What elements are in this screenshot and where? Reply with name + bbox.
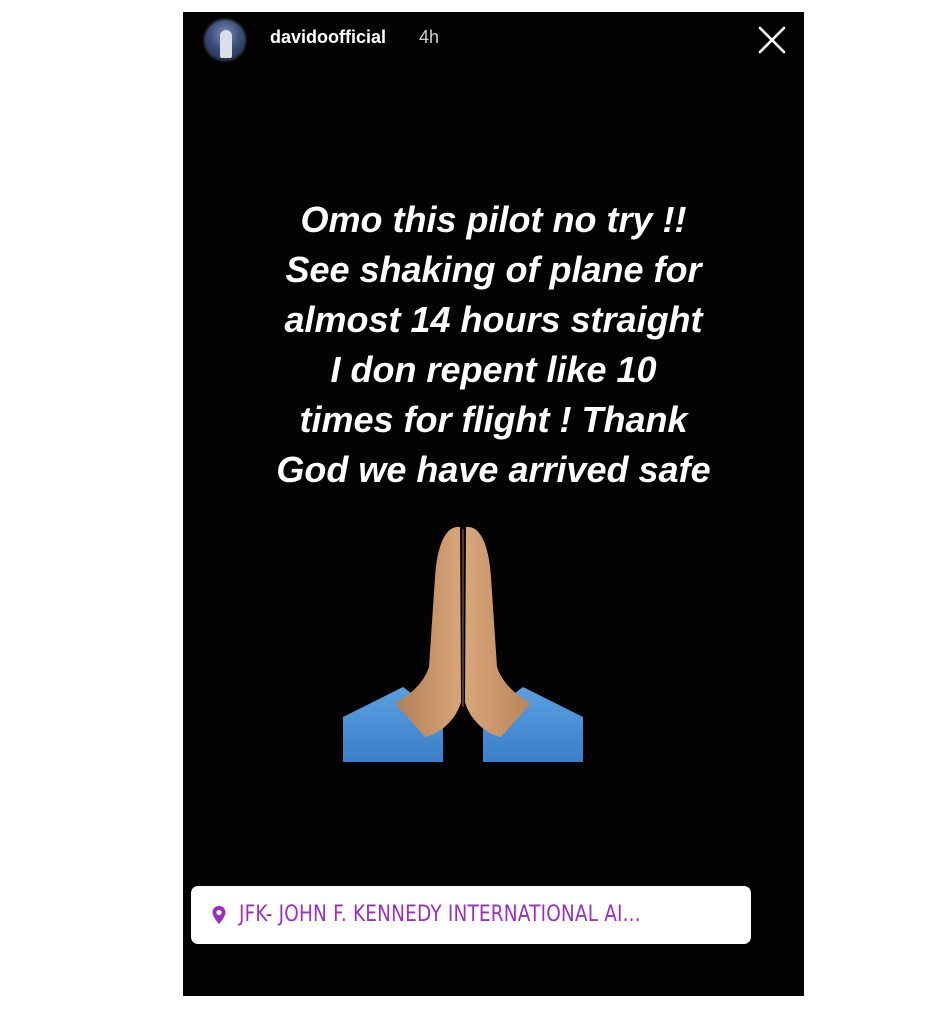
username[interactable]: davidoofficial	[270, 27, 386, 48]
close-icon	[758, 26, 786, 54]
story-text-line: almost 14 hours straight	[284, 299, 703, 340]
story-text: Omo this pilot no try !! See shaking of …	[203, 195, 784, 495]
avatar[interactable]	[203, 18, 247, 62]
close-button[interactable]	[755, 23, 789, 57]
story-text-line: See shaking of plane for	[285, 249, 702, 290]
story-header: davidoofficial 4h	[183, 12, 804, 72]
story-viewer[interactable]: davidoofficial 4h Omo this pilot no try …	[183, 12, 804, 996]
story-text-line: Omo this pilot no try !!	[300, 199, 687, 240]
avatar-figure	[220, 30, 232, 58]
location-pin-icon	[212, 906, 226, 924]
story-text-line: times for flight ! Thank	[299, 399, 688, 440]
story-text-line: God we have arrived safe	[276, 449, 711, 490]
location-label: JFK- JOHN F. KENNEDY INTERNATIONAL AI...	[239, 902, 641, 927]
folded-hands-emoji	[343, 526, 583, 762]
story-text-line: I don repent like 10	[330, 349, 657, 390]
timestamp: 4h	[419, 27, 440, 47]
location-sticker[interactable]: JFK- JOHN F. KENNEDY INTERNATIONAL AI...	[191, 886, 751, 944]
